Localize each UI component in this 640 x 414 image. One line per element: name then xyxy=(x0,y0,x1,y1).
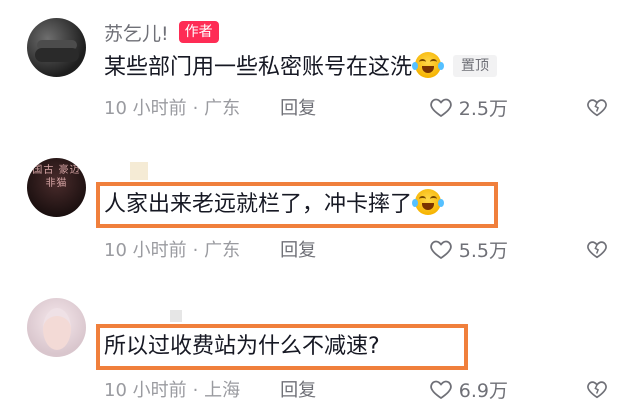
comment-3: 所以过收费站为什么不减速? 10 小时前 · 上海 回复 6.9万 xyxy=(0,296,640,411)
comment-meta: 10 小时前 · 广东 回复 xyxy=(104,94,316,120)
reply-button[interactable]: 回复 xyxy=(280,376,316,402)
broken-heart-icon xyxy=(587,241,607,259)
avatar[interactable] xyxy=(27,298,86,357)
like-count: 6.9万 xyxy=(458,379,508,402)
username[interactable] xyxy=(130,162,148,180)
comment-meta: 10 小时前 · 广东 回复 xyxy=(104,236,316,262)
heart-outline-icon xyxy=(430,98,452,118)
comment-text: 人家出来老远就栏了，冲卡摔了 xyxy=(104,189,445,221)
comment-text-body: 人家出来老远就栏了，冲卡摔了 xyxy=(104,192,413,217)
dislike-button[interactable] xyxy=(586,94,614,120)
location: · 上海 xyxy=(192,380,241,401)
broken-heart-icon xyxy=(587,381,607,399)
like-button[interactable]: 6.9万 xyxy=(429,376,508,402)
author-badge: 作者 xyxy=(178,21,219,43)
reply-button[interactable]: 回复 xyxy=(280,94,316,120)
heart-outline-icon xyxy=(430,240,452,260)
timestamp: 10 小时前 xyxy=(104,98,187,119)
avatar[interactable]: 国古 豪迈 非猫 xyxy=(27,158,86,217)
heart-outline-icon xyxy=(430,380,452,400)
portrait-icon xyxy=(43,308,71,350)
comment-1: 苏乞儿! 作者 某些部门用一些私密账号在这洗 置顶 10 小时前 · 广东 回复 … xyxy=(0,16,640,131)
reply-button[interactable]: 回复 xyxy=(280,236,316,262)
location: · 广东 xyxy=(192,98,241,119)
comment-text: 所以过收费站为什么不减速? xyxy=(104,331,380,363)
timestamp: 10 小时前 xyxy=(104,240,187,261)
like-count: 5.5万 xyxy=(458,239,508,262)
pinned-badge: 置顶 xyxy=(453,55,498,77)
timestamp: 10 小时前 xyxy=(104,380,187,401)
username[interactable] xyxy=(170,310,182,322)
motorcycle-icon xyxy=(35,48,79,62)
dislike-button[interactable] xyxy=(586,376,614,402)
comment-2: 国古 豪迈 非猫 人家出来老远就栏了，冲卡摔了 10 小时前 · 广东 回复 5… xyxy=(0,158,640,273)
laughing-tears-emoji-icon xyxy=(412,189,445,215)
comment-text-body: 某些部门用一些私密账号在这洗 xyxy=(104,55,413,80)
name-row: 苏乞儿! 作者 xyxy=(104,16,219,48)
like-button[interactable]: 2.5万 xyxy=(429,94,508,120)
like-button[interactable]: 5.5万 xyxy=(429,236,508,262)
like-count: 2.5万 xyxy=(458,97,508,120)
location: · 广东 xyxy=(192,240,241,261)
avatar-calligraphy: 国古 豪迈 非猫 xyxy=(32,165,81,189)
comment-meta: 10 小时前 · 上海 回复 xyxy=(104,376,316,402)
dislike-button[interactable] xyxy=(586,236,614,262)
comment-text: 某些部门用一些私密账号在这洗 置顶 xyxy=(104,52,498,84)
laughing-tears-emoji-icon xyxy=(412,52,445,78)
comment-text-body: 所以过收费站为什么不减速? xyxy=(104,334,380,359)
avatar[interactable] xyxy=(27,18,86,77)
username[interactable]: 苏乞儿! xyxy=(104,19,169,46)
broken-heart-icon xyxy=(587,99,607,117)
